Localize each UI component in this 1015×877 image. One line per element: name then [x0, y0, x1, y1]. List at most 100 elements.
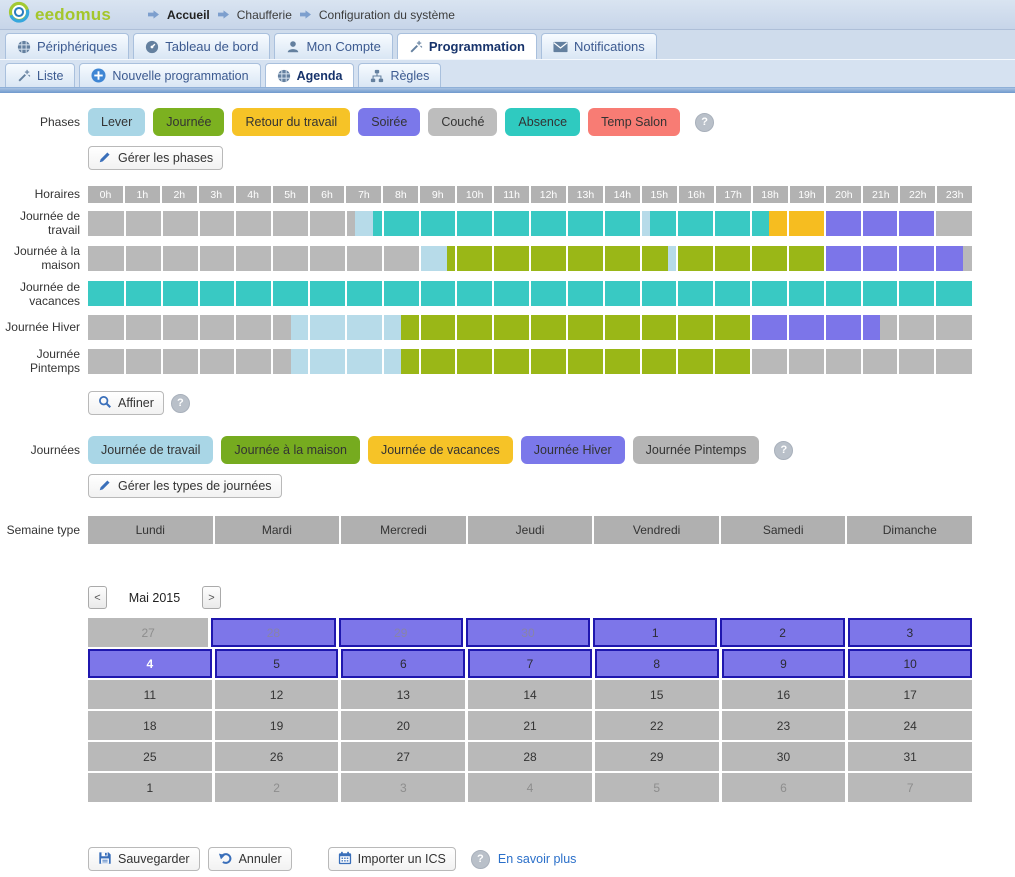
subtab-liste[interactable]: Liste — [5, 63, 75, 87]
phase-chip-couche[interactable]: Couché — [428, 108, 497, 136]
week-day-jeudi[interactable]: Jeudi — [468, 516, 593, 544]
journee-chip-journee-de-vacances[interactable]: Journée de vacances — [368, 436, 513, 464]
tab-programmation[interactable]: Programmation — [397, 33, 537, 59]
timeline-segment-soiree[interactable] — [825, 211, 936, 236]
calendar-day-21[interactable]: 21 — [468, 711, 592, 740]
week-day-vendredi[interactable]: Vendredi — [594, 516, 719, 544]
calendar-day-3[interactable]: 3 — [341, 773, 465, 802]
save-button[interactable]: Sauvegarder — [88, 847, 200, 871]
week-day-samedi[interactable]: Samedi — [721, 516, 846, 544]
phase-chip-soiree[interactable]: Soirée — [358, 108, 420, 136]
timeline-segment-couche[interactable] — [880, 315, 972, 340]
subtab-agenda[interactable]: Agenda — [265, 63, 355, 87]
calendar-day-6[interactable]: 6 — [722, 773, 846, 802]
timeline-segment-soiree[interactable] — [825, 246, 963, 271]
calendar-day-2[interactable]: 2 — [720, 618, 844, 647]
cancel-button[interactable]: Annuler — [208, 847, 292, 871]
calendar-day-14[interactable]: 14 — [468, 680, 592, 709]
calendar-day-4[interactable]: 4 — [88, 649, 212, 678]
week-day-lundi[interactable]: Lundi — [88, 516, 213, 544]
learn-more-link[interactable]: En savoir plus — [498, 852, 577, 866]
calendar-next-button[interactable]: > — [202, 586, 221, 609]
calendar-day-27[interactable]: 27 — [88, 618, 208, 647]
timeline-bar[interactable] — [88, 349, 972, 374]
timeline-segment-retour[interactable] — [769, 211, 824, 236]
timeline-segment-couche[interactable] — [88, 246, 420, 271]
calendar-day-20[interactable]: 20 — [341, 711, 465, 740]
timeline-segment-couche[interactable] — [88, 211, 355, 236]
journee-chip-journee-de-travail[interactable]: Journée de travail — [88, 436, 213, 464]
timeline-segment-absence[interactable] — [373, 211, 640, 236]
calendar-day-3[interactable]: 3 — [848, 618, 972, 647]
tab-mon-compte[interactable]: Mon Compte — [274, 33, 392, 59]
timeline-segment-journee[interactable] — [401, 315, 751, 340]
week-day-dimanche[interactable]: Dimanche — [847, 516, 972, 544]
calendar-day-27[interactable]: 27 — [341, 742, 465, 771]
tab-notifications[interactable]: Notifications — [541, 33, 657, 59]
manage-phases-button[interactable]: Gérer les phases — [88, 146, 223, 170]
import-ics-button[interactable]: Importer un ICS — [328, 847, 456, 871]
calendar-day-19[interactable]: 19 — [215, 711, 339, 740]
affiner-help-icon[interactable]: ? — [171, 394, 190, 413]
timeline-segment-couche[interactable] — [935, 211, 972, 236]
timeline-segment-lever[interactable] — [420, 246, 448, 271]
calendar-day-16[interactable]: 16 — [722, 680, 846, 709]
timeline-bar[interactable] — [88, 315, 972, 340]
journee-chip-journee-hiver[interactable]: Journée Hiver — [521, 436, 625, 464]
calendar-day-10[interactable]: 10 — [848, 649, 972, 678]
breadcrumb-item-configuration-du-systeme[interactable]: Configuration du système — [319, 8, 455, 22]
calendar-day-26[interactable]: 26 — [215, 742, 339, 771]
import-help-icon[interactable]: ? — [471, 850, 490, 869]
timeline-segment-journee[interactable] — [401, 349, 751, 374]
journee-chip-journee-pintemps[interactable]: Journée Pintemps — [633, 436, 760, 464]
timeline-bar[interactable] — [88, 211, 972, 236]
journees-help-icon[interactable]: ? — [774, 441, 793, 460]
calendar-day-13[interactable]: 13 — [341, 680, 465, 709]
calendar-day-7[interactable]: 7 — [468, 649, 592, 678]
calendar-day-22[interactable]: 22 — [595, 711, 719, 740]
calendar-day-12[interactable]: 12 — [215, 680, 339, 709]
timeline-segment-couche[interactable] — [88, 349, 291, 374]
calendar-day-17[interactable]: 17 — [848, 680, 972, 709]
subtab-nouvelle-programmation[interactable]: Nouvelle programmation — [79, 63, 260, 87]
calendar-day-5[interactable]: 5 — [595, 773, 719, 802]
timeline-bar[interactable] — [88, 281, 972, 306]
calendar-day-31[interactable]: 31 — [848, 742, 972, 771]
timeline-segment-couche[interactable] — [963, 246, 972, 271]
calendar-day-6[interactable]: 6 — [341, 649, 465, 678]
phase-chip-lever[interactable]: Lever — [88, 108, 145, 136]
timeline-segment-lever[interactable] — [355, 211, 373, 236]
phase-chip-temp-salon[interactable]: Temp Salon — [588, 108, 680, 136]
calendar-day-30[interactable]: 30 — [722, 742, 846, 771]
calendar-day-23[interactable]: 23 — [722, 711, 846, 740]
calendar-day-5[interactable]: 5 — [215, 649, 339, 678]
calendar-day-18[interactable]: 18 — [88, 711, 212, 740]
calendar-day-4[interactable]: 4 — [468, 773, 592, 802]
affiner-button[interactable]: Affiner — [88, 391, 164, 415]
calendar-day-1[interactable]: 1 — [88, 773, 212, 802]
journee-chip-journee-a-la-maison[interactable]: Journée à la maison — [221, 436, 360, 464]
calendar-day-29[interactable]: 29 — [595, 742, 719, 771]
calendar-day-28[interactable]: 28 — [211, 618, 335, 647]
phases-help-icon[interactable]: ? — [695, 113, 714, 132]
phase-chip-journee[interactable]: Journée — [153, 108, 224, 136]
calendar-day-9[interactable]: 9 — [722, 649, 846, 678]
timeline-segment-couche[interactable] — [88, 315, 291, 340]
calendar-day-11[interactable]: 11 — [88, 680, 212, 709]
timeline-segment-journee[interactable] — [447, 246, 668, 271]
calendar-day-8[interactable]: 8 — [595, 649, 719, 678]
week-day-mardi[interactable]: Mardi — [215, 516, 340, 544]
timeline-bar[interactable] — [88, 246, 972, 271]
calendar-day-2[interactable]: 2 — [215, 773, 339, 802]
calendar-day-15[interactable]: 15 — [595, 680, 719, 709]
calendar-day-7[interactable]: 7 — [848, 773, 972, 802]
breadcrumb-item-accueil[interactable]: Accueil — [167, 8, 210, 22]
calendar-day-1[interactable]: 1 — [593, 618, 717, 647]
calendar-day-29[interactable]: 29 — [339, 618, 463, 647]
breadcrumb-item-chaufferie[interactable]: Chaufferie — [237, 8, 292, 22]
calendar-day-25[interactable]: 25 — [88, 742, 212, 771]
calendar-day-24[interactable]: 24 — [848, 711, 972, 740]
calendar-day-30[interactable]: 30 — [466, 618, 590, 647]
phase-chip-retour-du-travail[interactable]: Retour du travail — [232, 108, 350, 136]
week-day-mercredi[interactable]: Mercredi — [341, 516, 466, 544]
